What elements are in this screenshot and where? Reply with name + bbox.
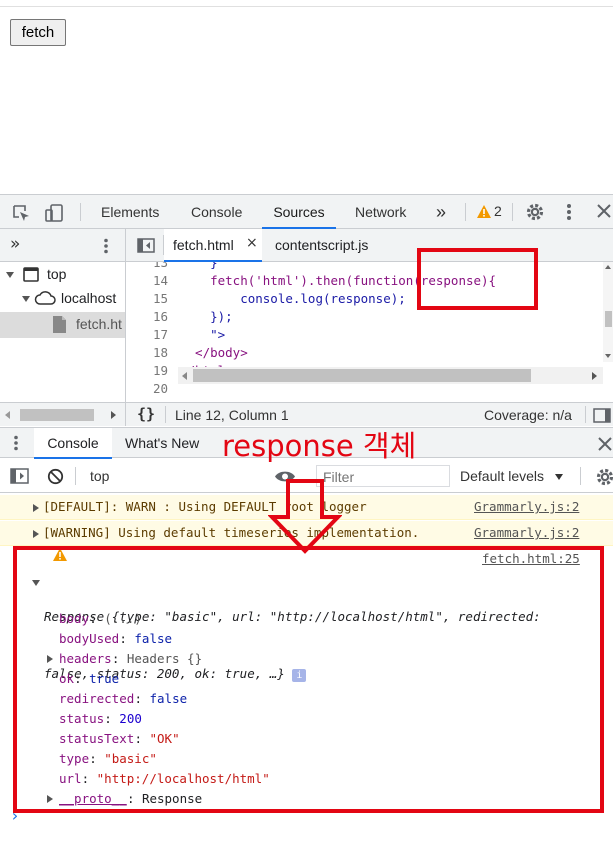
code-text: }); [180,309,233,324]
scroll-left-arrow-icon[interactable] [5,411,10,419]
tab-elements[interactable]: Elements [101,195,159,229]
scrollbar-thumb[interactable] [193,369,531,382]
settings-gear-icon[interactable] [525,202,545,226]
toolbar-divider [80,203,81,221]
scroll-left-arrow-icon[interactable] [182,372,187,380]
scrollbar-thumb[interactable] [20,409,94,421]
navigator-tree: top localhost fetch.ht [0,262,125,402]
navigator-more-button[interactable]: » [10,234,20,254]
tree-item-localhost[interactable]: localhost [0,288,125,310]
scroll-up-arrow-icon[interactable] [605,265,611,269]
more-options-icon[interactable] [566,203,572,225]
drawer-tab-whats-new[interactable]: What's New [125,428,199,459]
navigator-header: » [0,229,125,262]
code-text: </body> [180,345,248,360]
line-number[interactable]: 18 [126,344,168,362]
coverage-status[interactable]: Coverage: n/a [484,407,572,423]
annotation-down-arrow-icon [268,479,342,554]
toolbar-divider [580,467,581,485]
tab-network[interactable]: Network [355,195,406,229]
scrollbar-thumb[interactable] [605,311,612,327]
annotation-label: response 객체 [222,429,417,463]
source-link[interactable]: Grammarly.js:2 [474,523,579,543]
toggle-navigator-icon[interactable] [137,238,155,257]
annotation-highlight-box [417,248,538,310]
editor-horizontal-scrollbar[interactable] [178,367,603,384]
line-number[interactable]: 14 [126,272,168,290]
tree-item-fetch-file[interactable]: fetch.ht [0,312,125,338]
log-levels-dropdown[interactable]: Default levels [460,468,544,484]
pretty-print-braces-icon[interactable]: {} [137,405,155,423]
expand-arrow-icon[interactable] [33,504,39,512]
tree-label: top [47,266,67,282]
scroll-down-arrow-icon[interactable] [605,354,611,358]
more-tabs-button[interactable]: » [436,195,446,229]
warning-icon[interactable] [477,205,491,222]
close-tab-icon[interactable]: × [246,235,258,251]
expand-arrow-icon[interactable] [33,530,39,538]
line-number[interactable]: 15 [126,290,168,308]
code-text: console.log(response); [180,291,406,306]
devtools-main-toolbar: Elements Console Sources Network » 2 [0,195,613,229]
editor-tabs-bar: fetch.html × contentscript.js [126,229,613,262]
scroll-right-arrow-icon[interactable] [111,411,116,419]
tree-item-top[interactable]: top [0,264,125,286]
toolbar-divider [512,203,513,221]
tab-sources[interactable]: Sources [262,195,336,229]
line-number[interactable]: 13 [126,262,168,272]
frame-icon [23,267,39,286]
editor-status-bar: {} Line 12, Column 1 Coverage: n/a [126,402,613,426]
navigator-scrollbar[interactable] [0,402,125,426]
close-devtools-icon[interactable] [597,204,611,222]
dropdown-arrow-icon [555,474,563,480]
line-number[interactable]: 17 [126,326,168,344]
tree-label: localhost [61,290,117,306]
inspect-element-icon[interactable] [11,203,31,227]
cursor-position: Line 12, Column 1 [175,407,289,423]
toolbar-divider [165,406,166,423]
file-icon [53,316,66,337]
toggle-debugger-icon[interactable] [593,408,611,427]
drawer-menu-icon[interactable] [13,435,19,455]
console-settings-gear-icon[interactable] [595,467,613,491]
cloud-icon [34,291,56,310]
clear-console-icon[interactable] [47,468,64,489]
source-link[interactable]: Grammarly.js:2 [474,497,579,517]
editor-tab-label: fetch.html [173,237,234,253]
warning-count: 2 [494,203,502,219]
toolbar-divider [75,467,76,485]
fetch-button[interactable]: fetch [10,19,66,46]
console-sidebar-icon[interactable] [10,468,29,488]
drawer-tab-console[interactable]: Console [34,428,112,459]
tab-console[interactable]: Console [191,195,242,229]
line-number[interactable]: 19 [126,362,168,380]
toolbar-divider [585,406,586,423]
code-editor[interactable]: 13 } 14 fetch('html').then(function(respo… [126,262,613,402]
expand-arrow-icon [22,296,30,302]
context-selector[interactable]: top [90,468,109,484]
page-top-border [0,6,613,7]
editor-tab-fetch-html[interactable]: fetch.html × [164,229,262,262]
navigator-menu-icon[interactable] [103,238,109,258]
annotation-response-box [13,546,604,813]
editor-vertical-scrollbar[interactable] [603,262,613,362]
editor-tab-contentscript[interactable]: contentscript.js [275,237,368,253]
code-text: "> [180,327,226,342]
expand-arrow-icon [6,272,14,278]
line-number[interactable]: 16 [126,308,168,326]
toolbar-divider [465,203,466,221]
code-text: } [180,262,218,270]
scroll-right-arrow-icon[interactable] [592,372,597,380]
device-toolbar-icon[interactable] [44,203,64,227]
close-drawer-icon[interactable] [598,437,612,455]
warning-text: [WARNING] Using default timeseries imple… [43,525,420,540]
line-number[interactable]: 20 [126,380,168,398]
tree-label: fetch.ht [76,316,122,332]
